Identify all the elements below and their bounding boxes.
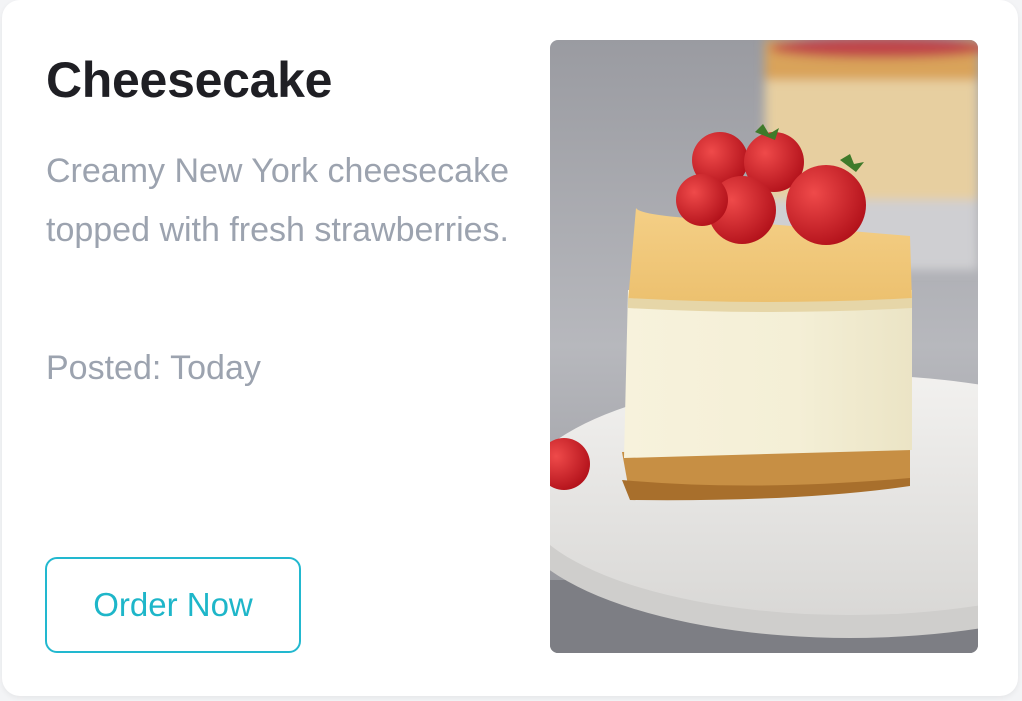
order-now-button[interactable]: Order Now [45, 557, 301, 653]
product-description: Creamy New York cheesecake topped with f… [46, 152, 510, 249]
product-image [550, 40, 978, 653]
product-title: Cheesecake [46, 52, 333, 108]
product-card: Cheesecake Creamy New York cheesecake to… [2, 0, 1018, 696]
posted-date: Posted: Today [46, 349, 261, 387]
